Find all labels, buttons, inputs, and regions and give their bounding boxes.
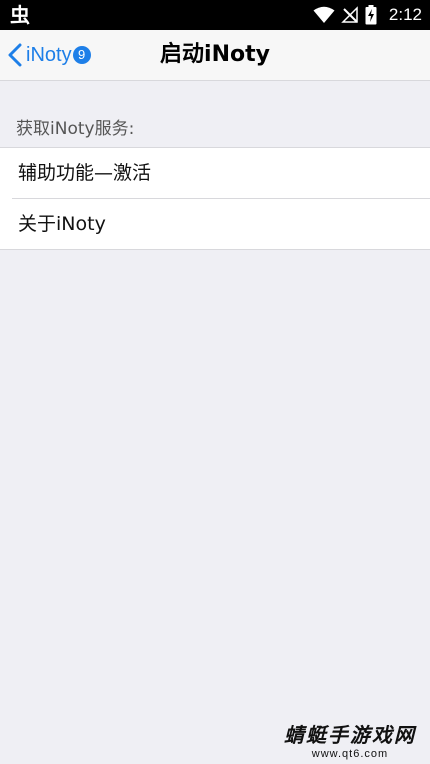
status-icons: 2:12 xyxy=(313,0,422,30)
battery-charging-icon xyxy=(365,5,377,25)
watermark-title: 蜻蜓手游戏网 xyxy=(284,723,416,747)
watermark: 蜻蜓手游戏网 www.qt6.com xyxy=(284,719,416,760)
signal-off-icon xyxy=(341,6,358,23)
bug-icon: 虫 xyxy=(10,3,30,27)
wifi-icon xyxy=(313,6,335,23)
watermark-url: www.qt6.com xyxy=(311,748,389,760)
back-label: iNoty xyxy=(26,43,72,66)
status-time: 2:12 xyxy=(388,5,422,24)
list-item-accessibility-activate[interactable]: 辅助功能—激活 xyxy=(0,148,430,198)
list-item-label: 关于iNoty xyxy=(18,213,106,235)
notification-badge: 9 xyxy=(72,46,91,64)
settings-list: 辅助功能—激活 关于iNoty xyxy=(0,147,430,250)
back-button[interactable]: iNoty 9 xyxy=(8,30,91,80)
list-item-about[interactable]: 关于iNoty xyxy=(0,199,430,249)
status-bar: 虫 2:12 xyxy=(0,0,430,30)
chevron-left-icon xyxy=(8,43,22,67)
nav-bar: iNoty 9 启动iNoty xyxy=(0,30,430,81)
list-item-label: 辅助功能—激活 xyxy=(18,162,152,184)
section-header: 获取iNoty服务: xyxy=(16,119,135,139)
